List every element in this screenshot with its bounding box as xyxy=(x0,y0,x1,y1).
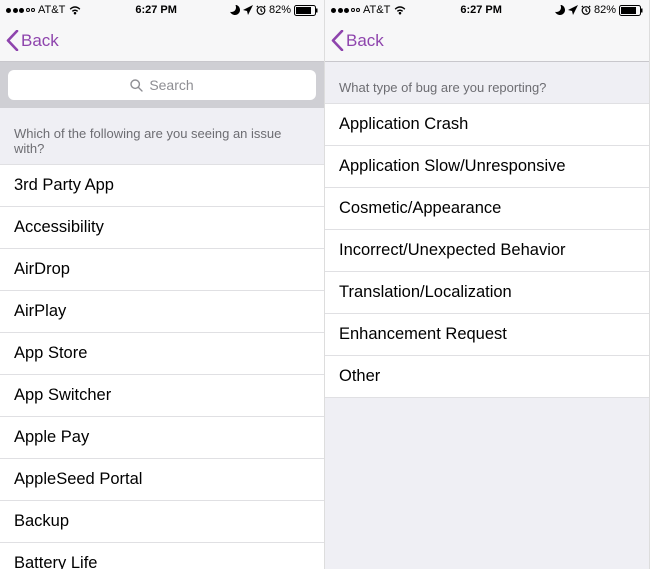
nav-bar: Back xyxy=(0,20,324,62)
signal-dots-icon xyxy=(6,8,35,13)
search-placeholder: Search xyxy=(149,77,193,93)
list-item[interactable]: 3rd Party App xyxy=(0,164,324,207)
section-header-left: Which of the following are you seeing an… xyxy=(0,108,324,164)
list-item[interactable]: Battery Life xyxy=(0,543,324,569)
carrier-label: AT&T xyxy=(363,4,390,16)
list-item[interactable]: Other xyxy=(325,356,649,398)
back-label: Back xyxy=(21,31,59,51)
location-icon xyxy=(243,5,253,15)
section-header-right: What type of bug are you reporting? xyxy=(325,62,649,103)
back-button[interactable]: Back xyxy=(6,30,59,51)
list-item[interactable]: Enhancement Request xyxy=(325,314,649,356)
carrier-label: AT&T xyxy=(38,4,65,16)
status-left: AT&T xyxy=(6,4,82,16)
chevron-left-icon xyxy=(6,30,19,51)
list-item[interactable]: Application Crash xyxy=(325,103,649,146)
bug-type-list: Application CrashApplication Slow/Unresp… xyxy=(325,103,649,398)
list-item[interactable]: Cosmetic/Appearance xyxy=(325,188,649,230)
status-right: 82% xyxy=(230,4,318,16)
battery-icon xyxy=(294,5,318,16)
phone-left: AT&T 6:27 PM 82% Back xyxy=(0,0,325,569)
back-label: Back xyxy=(346,31,384,51)
battery-percent: 82% xyxy=(269,4,291,16)
battery-icon xyxy=(619,5,643,16)
status-bar: AT&T 6:27 PM 82% xyxy=(325,0,649,20)
back-button[interactable]: Back xyxy=(331,30,384,51)
phone-right: AT&T 6:27 PM 82% Back xyxy=(325,0,650,569)
battery-percent: 82% xyxy=(594,4,616,16)
scroll-area-right[interactable]: What type of bug are you reporting? Appl… xyxy=(325,62,649,569)
status-time: 6:27 PM xyxy=(407,4,555,16)
nav-bar: Back xyxy=(325,20,649,62)
signal-dots-icon xyxy=(331,8,360,13)
chevron-left-icon xyxy=(331,30,344,51)
moon-icon xyxy=(230,5,240,15)
status-left: AT&T xyxy=(331,4,407,16)
location-icon xyxy=(568,5,578,15)
list-item[interactable]: Backup xyxy=(0,501,324,543)
issue-list: 3rd Party AppAccessibilityAirDropAirPlay… xyxy=(0,164,324,569)
wifi-icon xyxy=(393,5,407,15)
status-time: 6:27 PM xyxy=(82,4,230,16)
list-item[interactable]: AirPlay xyxy=(0,291,324,333)
list-item[interactable]: AppleSeed Portal xyxy=(0,459,324,501)
list-item[interactable]: Apple Pay xyxy=(0,417,324,459)
list-item[interactable]: Application Slow/Unresponsive xyxy=(325,146,649,188)
list-item[interactable]: Accessibility xyxy=(0,207,324,249)
search-icon xyxy=(130,79,143,92)
alarm-icon xyxy=(256,5,266,15)
list-item[interactable]: App Switcher xyxy=(0,375,324,417)
list-item[interactable]: App Store xyxy=(0,333,324,375)
search-input[interactable]: Search xyxy=(8,70,316,100)
scroll-area-left[interactable]: Which of the following are you seeing an… xyxy=(0,108,324,569)
alarm-icon xyxy=(581,5,591,15)
status-right: 82% xyxy=(555,4,643,16)
list-item[interactable]: AirDrop xyxy=(0,249,324,291)
list-item[interactable]: Incorrect/Unexpected Behavior xyxy=(325,230,649,272)
empty-space xyxy=(325,398,649,569)
search-bar-container: Search xyxy=(0,62,324,108)
wifi-icon xyxy=(68,5,82,15)
moon-icon xyxy=(555,5,565,15)
status-bar: AT&T 6:27 PM 82% xyxy=(0,0,324,20)
list-item[interactable]: Translation/Localization xyxy=(325,272,649,314)
